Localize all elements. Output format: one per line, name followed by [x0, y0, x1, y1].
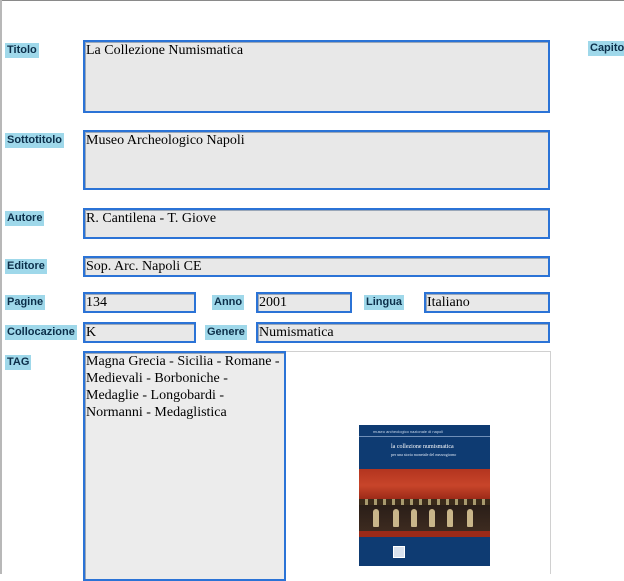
cover-panel-right-border [550, 351, 551, 574]
cover-title-text: la collezione numismatica [391, 444, 454, 450]
cover-figure [447, 509, 453, 527]
label-titolo: Titolo [5, 43, 39, 58]
label-tag: TAG [5, 355, 32, 370]
cover-figure [373, 509, 379, 527]
cover-figure [429, 509, 435, 527]
label-lingua: Lingua [364, 295, 405, 310]
cover-publisher-text: museo archeologico nazionale di napoli [373, 429, 444, 434]
cover-figure [411, 509, 417, 527]
cover-fresco-red [359, 469, 490, 499]
book-cover-image: museo archeologico nazionale di napoli l… [359, 425, 490, 566]
cover-panel-top-border [286, 351, 551, 352]
autore-field[interactable]: R. Cantilena - T. Giove [83, 208, 550, 239]
label-autore: Autore [5, 211, 45, 226]
tag-field[interactable]: Magna Grecia - Sicilia - Romane - Mediev… [83, 351, 286, 581]
sottotitolo-field[interactable]: Museo Archeologico Napoli [83, 130, 550, 190]
cover-figure [393, 509, 399, 527]
label-pagine: Pagine [5, 295, 46, 310]
window-top-border [0, 0, 624, 1]
label-capitolo: Capito [588, 41, 624, 56]
cover-rule [359, 436, 490, 437]
cover-subtitle-text: per una storia monetale del mezzogiorno [391, 452, 457, 457]
titolo-field[interactable]: La Collezione Numismatica [83, 40, 550, 113]
label-collocazione: Collocazione [5, 325, 77, 340]
cover-logo-icon [393, 546, 405, 558]
anno-field[interactable]: 2001 [256, 292, 352, 313]
label-anno: Anno [212, 295, 245, 310]
cover-figure [467, 509, 473, 527]
collocazione-field[interactable]: K [83, 322, 196, 343]
cover-fresco-bottom [359, 531, 490, 537]
label-genere: Genere [205, 325, 247, 340]
lingua-field[interactable]: Italiano [424, 292, 550, 313]
label-editore: Editore [5, 259, 47, 274]
window-left-border [0, 0, 2, 574]
pagine-field[interactable]: 134 [83, 292, 196, 313]
editore-field[interactable]: Sop. Arc. Napoli CE [83, 256, 550, 277]
genere-field[interactable]: Numismatica [256, 322, 550, 343]
label-sottotitolo: Sottotitolo [5, 133, 64, 148]
